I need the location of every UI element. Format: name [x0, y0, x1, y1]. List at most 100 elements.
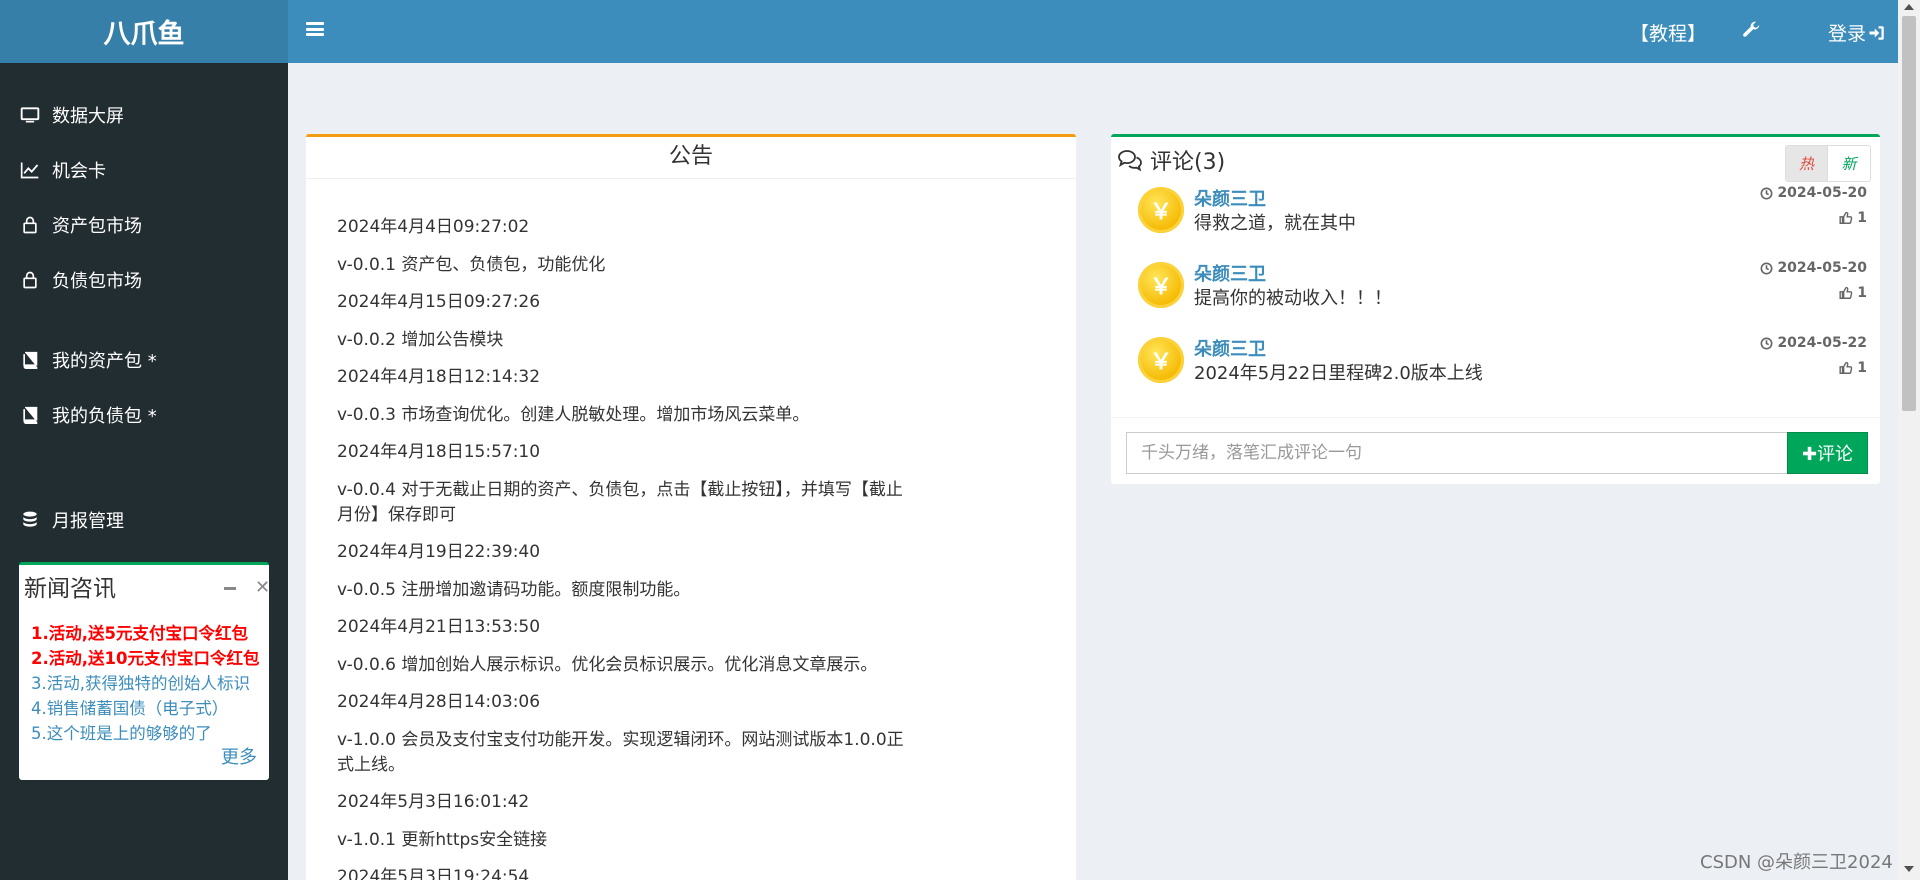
notice-line: 2024年5月3日19:24:54: [337, 867, 530, 880]
news-item[interactable]: 2.活动,送10元支付宝口令红包: [31, 646, 263, 671]
comments-icon: [1118, 150, 1142, 171]
notice-line: v-1.0.0 会员及支付宝支付功能开发。实现逻辑闭环。网站测试版本1.0.0正…: [337, 729, 904, 775]
sidebar-item-my-debts[interactable]: 我的负债包 *: [20, 400, 157, 430]
comment-user[interactable]: 朵颜三卫: [1194, 260, 1266, 286]
app-logo[interactable]: 八爪鱼: [0, 0, 288, 63]
comment-input[interactable]: [1126, 432, 1787, 474]
comment-date: 2024-05-22: [1760, 335, 1867, 351]
comment-item: ￥ 朵颜三卫 得救之道，就在其中 2024-05-20 1: [1126, 185, 1871, 247]
lock-icon: [23, 216, 37, 234]
notice-line: v-0.0.4 对于无截止日期的资产、负债包，点击【截止按钮】，并填写【截止月份…: [337, 479, 903, 525]
comment-user[interactable]: 朵颜三卫: [1194, 185, 1266, 211]
notice-line: v-0.0.6 增加创始人展示标识。优化会员标识展示。优化消息文章展示。: [337, 654, 878, 675]
thumbs-up-icon: [1839, 211, 1853, 224]
monitor-icon: [20, 107, 40, 123]
lock-icon: [23, 271, 37, 289]
notice-line: 2024年4月19日22:39:40: [337, 542, 541, 562]
comment-text: 2024年5月22日里程碑2.0版本上线: [1194, 363, 1483, 384]
scroll-up-arrow-icon[interactable]: [1904, 4, 1914, 10]
news-more-link[interactable]: 更多: [221, 743, 257, 769]
comment-date-value: 2024-05-20: [1777, 185, 1867, 201]
close-icon[interactable]: ✕: [255, 577, 270, 598]
sidebar-item-opportunity-card[interactable]: 机会卡: [20, 155, 106, 185]
sort-hot-button[interactable]: 热: [1786, 146, 1828, 181]
news-widget: 新闻咨讯 ✕ 1.活动,送5元支付宝口令红包 2.活动,送10元支付宝口令红包 …: [19, 562, 270, 780]
clock-icon: [1760, 262, 1773, 274]
sort-toggle: 热 新: [1785, 145, 1871, 182]
comment-date: 2024-05-20: [1760, 185, 1867, 201]
notice-line: v-1.0.1 更新https安全链接: [337, 829, 548, 850]
notice-line: 2024年4月15日09:27:26: [337, 292, 541, 312]
wrench-icon[interactable]: [1740, 19, 1762, 41]
watermark: CSDN @朵颜三卫2024: [1700, 852, 1893, 873]
sidebar-item-label: 月报管理: [52, 511, 124, 532]
news-title: 新闻咨讯: [24, 576, 116, 602]
sidebar-item-label: 资产包市场: [52, 216, 142, 237]
sidebar-item-monthly-report[interactable]: 月报管理: [20, 505, 124, 535]
like-button[interactable]: 1: [1839, 285, 1867, 301]
comment-date: 2024-05-20: [1760, 260, 1867, 276]
avatar[interactable]: ￥: [1138, 187, 1184, 233]
line-chart-icon: [20, 162, 39, 179]
sidebar-item-data-screen[interactable]: 数据大屏: [20, 100, 124, 130]
thumbs-up-icon: [1839, 361, 1853, 374]
notice-line: 2024年5月3日16:01:42: [337, 792, 530, 812]
comment-item: ￥ 朵颜三卫 2024年5月22日里程碑2.0版本上线 2024-05-22 1: [1126, 335, 1871, 397]
sidebar-item-debt-market[interactable]: 负债包市场: [20, 265, 142, 295]
page-scrollbar[interactable]: [1898, 0, 1920, 880]
comment-date-value: 2024-05-22: [1777, 335, 1867, 351]
sidebar-item-asset-market[interactable]: 资产包市场: [20, 210, 142, 240]
database-icon: [23, 511, 37, 527]
comment-user[interactable]: 朵颜三卫: [1194, 335, 1266, 361]
login-label: 登录: [1828, 23, 1867, 45]
clock-icon: [1760, 337, 1773, 349]
sidebar-item-label: 我的资产包 *: [52, 351, 157, 372]
notice-line: v-0.0.5 注册增加邀请码功能。额度限制功能。: [337, 579, 691, 600]
sidebar-item-label: 数据大屏: [52, 106, 124, 127]
sidebar-item-label: 机会卡: [52, 161, 106, 182]
minimize-icon[interactable]: [224, 587, 236, 590]
like-count: 1: [1857, 360, 1867, 376]
avatar[interactable]: ￥: [1138, 337, 1184, 383]
avatar[interactable]: ￥: [1138, 262, 1184, 308]
news-item[interactable]: 4.销售储蓄国债（电子式）: [31, 696, 263, 721]
sidebar-item-my-assets[interactable]: 我的资产包 *: [20, 345, 157, 375]
submit-comment-button[interactable]: ✚评论: [1787, 432, 1868, 474]
comment-text: 提高你的被动收入！！！: [1194, 288, 1392, 309]
news-list: 1.活动,送5元支付宝口令红包 2.活动,送10元支付宝口令红包 3.活动,获得…: [31, 621, 263, 746]
like-button[interactable]: 1: [1839, 210, 1867, 226]
tutorial-link[interactable]: 【教程】: [1630, 19, 1706, 46]
comment-date-value: 2024-05-20: [1777, 260, 1867, 276]
news-item[interactable]: 1.活动,送5元支付宝口令红包: [31, 621, 263, 646]
book-icon: [23, 351, 38, 369]
like-count: 1: [1857, 285, 1867, 301]
top-navbar: 【教程】 登录: [288, 0, 1898, 63]
comments-panel: 评论(3) 热 新 ￥ 朵颜三卫 得救之道，就在其中 2024-05-20 1 …: [1111, 134, 1880, 484]
comments-header: 评论(3): [1118, 144, 1225, 176]
like-button[interactable]: 1: [1839, 360, 1867, 376]
menu-toggle-icon[interactable]: [306, 20, 324, 38]
notice-line: 2024年4月28日14:03:06: [337, 692, 541, 712]
notice-line: 2024年4月21日13:53:50: [337, 617, 541, 637]
notice-line: v-0.0.3 市场查询优化。创建人脱敏处理。增加市场风云菜单。: [337, 404, 810, 425]
comment-item: ￥ 朵颜三卫 提高你的被动收入！！！ 2024-05-20 1: [1126, 260, 1871, 322]
notice-line: 2024年4月4日09:27:02: [337, 217, 530, 237]
book-icon: [23, 406, 38, 424]
comment-text: 得救之道，就在其中: [1194, 213, 1356, 234]
notice-panel: 公告 2024年4月4日09:27:02 v-0.0.1 资产包、负债包，功能优…: [306, 134, 1076, 880]
notice-line: 2024年4月18日12:14:32: [337, 367, 541, 387]
divider: [1111, 417, 1880, 418]
sort-new-button[interactable]: 新: [1828, 146, 1870, 181]
notice-line: v-0.0.1 资产包、负债包，功能优化: [337, 254, 606, 275]
notice-line: 2024年4月18日15:57:10: [337, 442, 541, 462]
login-button[interactable]: 登录: [1828, 19, 1886, 46]
scroll-down-arrow-icon[interactable]: [1904, 866, 1914, 872]
notice-title: 公告: [306, 137, 1076, 179]
comments-title: 评论(3): [1150, 150, 1226, 175]
like-count: 1: [1857, 210, 1867, 226]
sidebar-item-label: 我的负债包 *: [52, 406, 157, 427]
scroll-thumb[interactable]: [1902, 16, 1916, 411]
thumbs-up-icon: [1839, 286, 1853, 299]
news-item[interactable]: 3.活动,获得独特的创始人标识: [31, 671, 263, 696]
clock-icon: [1760, 187, 1773, 199]
